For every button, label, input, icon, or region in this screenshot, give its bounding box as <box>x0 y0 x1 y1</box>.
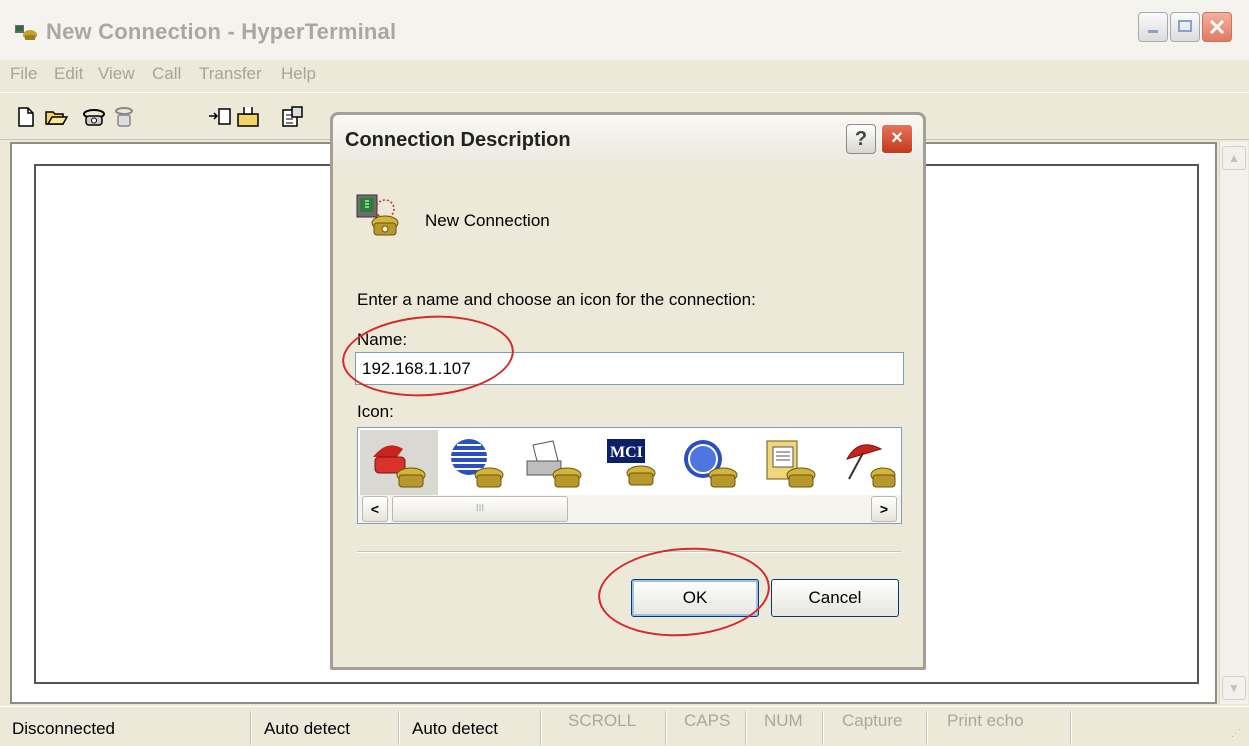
status-connection: Disconnected <box>12 719 116 738</box>
status-capture: Capture <box>842 711 903 730</box>
window-title: New Connection - HyperTerminal <box>46 19 397 44</box>
ok-button[interactable]: OK <box>631 579 759 617</box>
disconnect-icon[interactable] <box>112 105 136 129</box>
red-telephone-icon <box>373 445 426 488</box>
icon-option-fax[interactable] <box>516 430 594 496</box>
menu-call[interactable]: Call <box>152 64 181 84</box>
name-label: Name: <box>357 330 408 349</box>
vertical-scrollbar[interactable]: ▲ ▼ <box>1219 142 1248 704</box>
status-separator <box>665 711 666 745</box>
status-separator <box>1070 711 1071 745</box>
dialog-close-button[interactable]: × <box>881 124 913 154</box>
name-input[interactable] <box>355 352 904 385</box>
call-icon[interactable] <box>82 105 106 129</box>
status-print-echo: Print echo <box>947 711 1024 730</box>
status-bar: Disconnected Auto detect Auto detect SCR… <box>0 706 1249 746</box>
menu-bar: File Edit View Call Transfer Help <box>0 60 1249 90</box>
icon-option-ge[interactable] <box>672 430 750 496</box>
cancel-button[interactable]: Cancel <box>771 579 899 617</box>
status-separator <box>540 711 541 745</box>
new-connection-icon <box>356 194 399 236</box>
dialog-title: Connection Description <box>345 129 571 151</box>
scroll-down-arrow-icon[interactable]: ▼ <box>1222 676 1246 700</box>
icon-option-globe[interactable] <box>438 430 516 496</box>
scroll-right-button[interactable]: > <box>871 496 897 522</box>
help-button[interactable]: ? <box>846 124 876 154</box>
connection-description-dialog: Connection Description ? × New Connectio… <box>330 112 926 670</box>
icon-list[interactable]: MCI < III > <box>357 427 902 524</box>
ge-phone-icon <box>684 440 738 488</box>
minimize-icon <box>1148 30 1158 33</box>
umbrella-phone-icon <box>845 444 896 488</box>
close-icon <box>1209 19 1225 35</box>
status-num: NUM <box>764 711 803 730</box>
prompt-text: Enter a name and choose an icon for the … <box>357 290 756 309</box>
dialog-title-bar[interactable]: Connection Description ? × <box>333 115 923 161</box>
fax-phone-icon <box>526 440 582 488</box>
menu-edit[interactable]: Edit <box>54 64 83 84</box>
status-detect-1: Auto detect <box>264 719 351 738</box>
status-separator <box>926 711 927 745</box>
icon-label: Icon: <box>357 402 394 421</box>
properties-icon[interactable] <box>280 105 304 129</box>
title-bar: New Connection - HyperTerminal <box>0 0 1249 60</box>
scroll-up-arrow-icon[interactable]: ▲ <box>1222 146 1246 170</box>
hyperterminal-app-icon <box>15 25 37 40</box>
status-separator <box>250 711 251 745</box>
close-button[interactable] <box>1202 12 1232 42</box>
maximize-button[interactable] <box>1170 12 1200 42</box>
icon-option-red-telephone[interactable] <box>360 430 438 496</box>
dialog-divider <box>357 551 901 553</box>
menu-help[interactable]: Help <box>281 64 316 84</box>
icon-option-document[interactable] <box>750 430 828 496</box>
icon-list-scrollbar[interactable]: < III > <box>358 495 901 523</box>
menu-view[interactable]: View <box>98 64 135 84</box>
menu-file[interactable]: File <box>10 64 37 84</box>
status-separator <box>745 711 746 745</box>
icon-option-umbrella[interactable] <box>828 430 906 496</box>
status-scroll: SCROLL <box>568 711 637 730</box>
status-separator <box>398 711 399 745</box>
connection-name-display: New Connection <box>425 211 550 230</box>
status-caps: CAPS <box>684 711 731 730</box>
icon-option-mci[interactable]: MCI <box>594 430 672 496</box>
status-detect-2: Auto detect <box>412 719 499 738</box>
receive-icon[interactable] <box>236 105 260 129</box>
menu-transfer[interactable]: Transfer <box>199 64 262 84</box>
minimize-button[interactable] <box>1138 12 1168 42</box>
open-icon[interactable] <box>44 105 68 129</box>
status-separator <box>822 711 823 745</box>
send-icon[interactable] <box>208 105 232 129</box>
mci-phone-icon: MCI <box>607 439 656 486</box>
globe-phone-icon <box>451 439 504 488</box>
resize-grip-icon[interactable]: ⋰ <box>1231 728 1245 742</box>
maximize-icon <box>1178 20 1192 32</box>
document-phone-icon <box>766 440 816 488</box>
new-icon[interactable] <box>14 105 38 129</box>
scroll-thumb[interactable]: III <box>392 496 568 522</box>
scroll-left-button[interactable]: < <box>362 496 388 522</box>
svg-text:MCI: MCI <box>610 444 643 461</box>
